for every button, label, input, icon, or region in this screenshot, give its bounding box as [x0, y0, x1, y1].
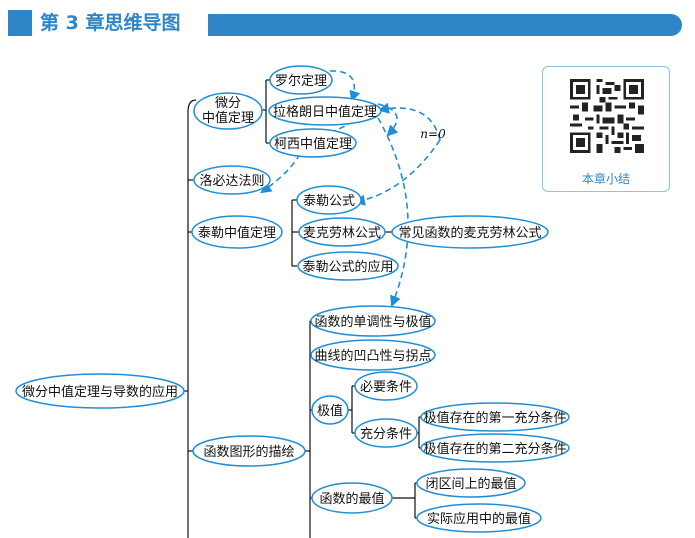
label-sufficient: 充分条件 — [360, 426, 412, 442]
label-taylor-application: 泰勒公式的应用 — [302, 259, 393, 275]
label-n-equals-zero: n=0 — [420, 127, 446, 141]
label-first-sufficient: 极值存在的第一充分条件 — [423, 410, 566, 426]
label-mean-value-theorem: 中值定理 — [202, 110, 254, 126]
label-monotonicity: 函数的单调性与极值 — [314, 314, 431, 330]
label-function-extrema: 函数的最值 — [319, 491, 384, 507]
label-common-maclaurin: 常见函数的麦克劳林公式 — [398, 225, 541, 241]
label-root: 微分中值定理与导数的应用 — [22, 384, 178, 400]
label-lhopital: 洛必达法则 — [199, 174, 264, 189]
label-convexity: 曲线的凹凸性与拐点 — [314, 348, 431, 364]
label-necessary: 必要条件 — [360, 379, 412, 395]
qr-card[interactable]: 本章小结 — [542, 66, 670, 192]
label-maclaurin: 麦克劳林公式 — [303, 225, 381, 241]
label-second-sufficient: 极值存在的第二充分条件 — [423, 441, 566, 457]
label-taylor-theorem: 泰勒中值定理 — [198, 225, 276, 241]
label-lagrange: 拉格朗日中值定理 — [273, 104, 377, 120]
label-closed-interval: 闭区间上的最值 — [425, 476, 516, 492]
label-function-graph: 函数图形的描绘 — [203, 444, 294, 460]
qr-label: 本章小结 — [581, 172, 630, 186]
label-extremum: 极值 — [317, 403, 343, 419]
label-rolle: 罗尔定理 — [275, 74, 327, 89]
label-taylor-formula: 泰勒公式 — [303, 194, 355, 209]
label-differential: 微分 — [215, 96, 241, 111]
qr-code-icon[interactable] — [570, 79, 644, 153]
label-practical: 实际应用中的最值 — [427, 511, 531, 527]
label-cauchy: 柯西中值定理 — [274, 136, 352, 152]
